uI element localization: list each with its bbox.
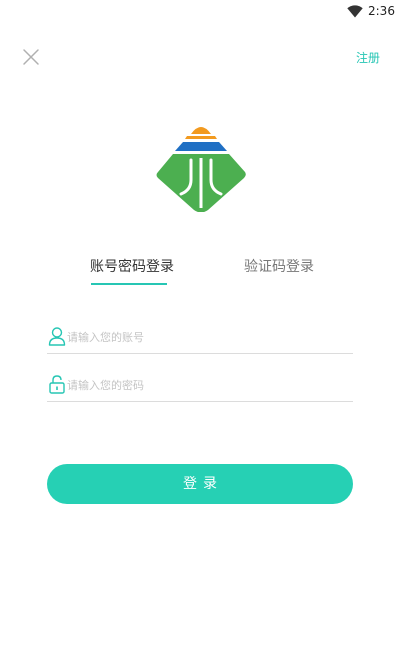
close-icon[interactable] (22, 48, 40, 66)
login-tabs: 账号密码登录 验证码登录 (0, 258, 400, 288)
user-icon (48, 327, 66, 346)
register-link[interactable]: 注册 (356, 50, 380, 66)
account-field (47, 324, 353, 354)
status-time: 2:36 (368, 4, 395, 18)
tab-sms-login[interactable]: 验证码登录 (244, 258, 314, 276)
password-field (47, 372, 353, 402)
app-logo (156, 127, 246, 212)
lock-icon (49, 375, 65, 394)
wifi-icon (347, 5, 363, 18)
password-input[interactable] (67, 375, 347, 395)
tab-active-indicator (91, 283, 167, 285)
status-bar: 2:36 (0, 0, 400, 24)
account-input[interactable] (67, 327, 347, 347)
login-button[interactable]: 登录 (47, 464, 353, 504)
tab-password-login[interactable]: 账号密码登录 (90, 258, 174, 276)
